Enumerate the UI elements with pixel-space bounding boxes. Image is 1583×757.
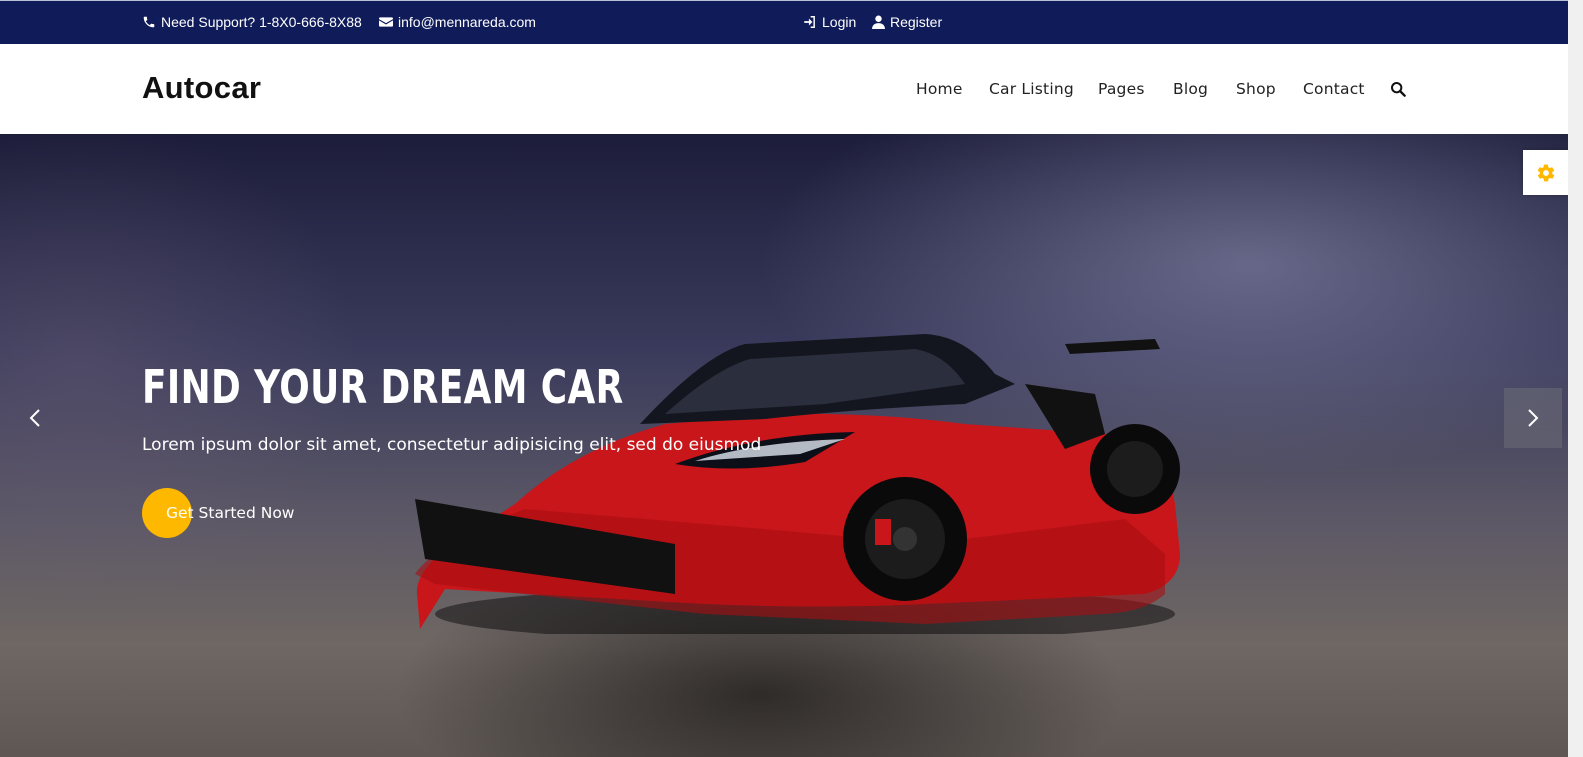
nav-home[interactable]: Home xyxy=(916,80,963,98)
get-started-button[interactable]: Get Started Now xyxy=(142,488,342,538)
settings-toggle[interactable] xyxy=(1523,150,1568,195)
nav-pages[interactable]: Pages xyxy=(1098,80,1145,98)
page-scrollbar[interactable] xyxy=(1568,0,1583,757)
login-label: Login xyxy=(822,14,857,30)
search-button[interactable] xyxy=(1390,81,1406,102)
support-text: Need Support? 1-8X0-666-8X88 xyxy=(161,14,362,30)
site-header: Autocar Home Car Listing Pages Blog Shop… xyxy=(0,44,1568,134)
hero-slider: FIND YOUR DREAM CAR Lorem ipsum dolor si… xyxy=(0,134,1568,757)
hero-title: FIND YOUR DREAM CAR xyxy=(142,360,624,414)
nav-shop[interactable]: Shop xyxy=(1236,80,1276,98)
nav-blog[interactable]: Blog xyxy=(1173,80,1208,98)
slider-prev-button[interactable] xyxy=(18,388,52,448)
login-link[interactable]: Login xyxy=(802,14,856,30)
hero-subtitle: Lorem ipsum dolor sit amet, consectetur … xyxy=(142,435,762,455)
user-icon xyxy=(872,15,885,29)
top-bar: Need Support? 1-8X0-666-8X88 info@mennar… xyxy=(0,0,1568,44)
email-contact[interactable]: info@mennareda.com xyxy=(379,14,536,30)
gear-icon xyxy=(1537,164,1554,181)
search-icon xyxy=(1391,82,1406,97)
sign-in-icon xyxy=(804,16,815,28)
envelope-icon xyxy=(379,17,393,27)
register-label: Register xyxy=(890,14,943,30)
nav-contact[interactable]: Contact xyxy=(1303,80,1365,98)
slider-next-button[interactable] xyxy=(1504,388,1562,448)
chevron-left-icon xyxy=(29,409,40,427)
chevron-right-icon xyxy=(1528,409,1539,427)
nav-car-listing[interactable]: Car Listing xyxy=(989,80,1074,98)
phone-icon xyxy=(143,16,155,28)
cta-label: Get Started Now xyxy=(166,504,295,522)
email-text: info@mennareda.com xyxy=(398,14,536,30)
register-link[interactable]: Register xyxy=(872,14,942,30)
support-contact[interactable]: Need Support? 1-8X0-666-8X88 xyxy=(142,14,362,30)
site-logo[interactable]: Autocar xyxy=(142,70,261,106)
